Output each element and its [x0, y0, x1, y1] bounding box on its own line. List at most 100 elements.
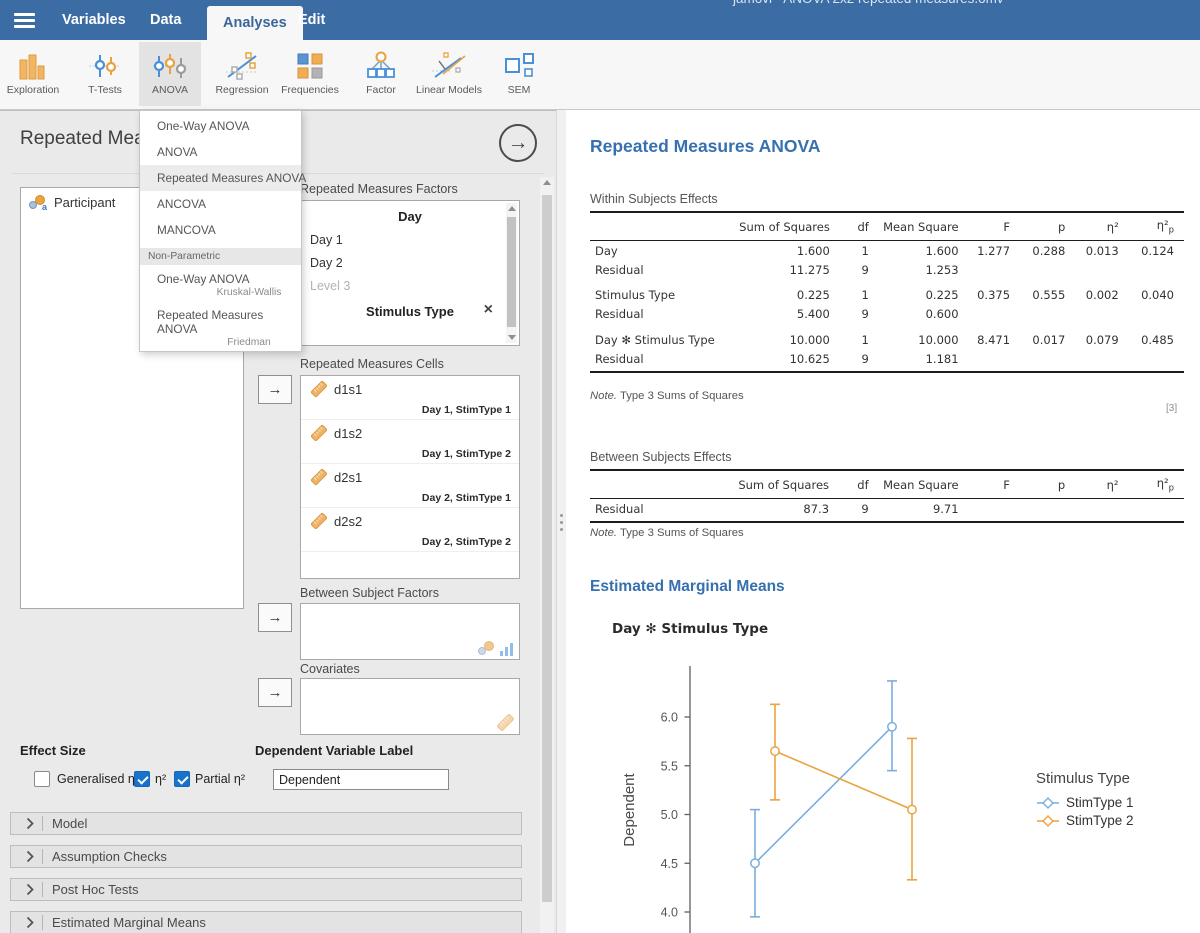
table-note: Note. Type 3 Sums of Squares [590, 390, 744, 402]
analyses-ribbon: Exploration T-Tests ANOVA [0, 40, 1200, 110]
scrollbar-thumb[interactable] [507, 217, 516, 327]
assign-covariates-arrow-button[interactable]: → [258, 678, 292, 707]
results-title: Repeated Measures ANOVA [590, 136, 821, 157]
plot-legend: Stimulus Type StimType 1 StimType 2 [1036, 770, 1134, 831]
table-row: Residual11.27591.253 [590, 260, 1184, 279]
chevron-right-icon [26, 817, 34, 830]
t-tests-icon [73, 42, 137, 82]
svg-text:5.5: 5.5 [661, 759, 678, 773]
jamovi-window: jamovi - ANOVA 2x2 repeated measures.omv… [0, 0, 1200, 933]
section-estimated-marginal-means[interactable]: Estimated Marginal Means [10, 911, 522, 933]
checkbox-label: Generalised η² [57, 772, 139, 786]
remove-factor-icon[interactable]: × [484, 301, 493, 319]
assign-between-arrow-button[interactable]: → [258, 603, 292, 632]
nominal-variable-icon: a [29, 195, 47, 210]
between-factors-box[interactable] [300, 603, 520, 660]
ribbon-ttests-button[interactable]: T-Tests [73, 42, 137, 106]
sem-icon [489, 42, 549, 82]
within-subjects-caption: Within Subjects Effects [590, 192, 718, 206]
tab-data[interactable]: Data [140, 0, 191, 40]
menu-item-ancova[interactable]: ANCOVA [140, 191, 301, 217]
covariates-label: Covariates [300, 662, 360, 676]
panel-splitter[interactable] [556, 110, 566, 933]
cell-assignment: Day 1, StimType 2 [422, 448, 511, 460]
between-subjects-caption: Between Subjects Effects [590, 450, 732, 464]
menu-item-mancova[interactable]: MANCOVA [140, 217, 301, 243]
menu-section-non-parametric: Non-Parametric [140, 248, 301, 265]
factor-name[interactable]: Day [301, 201, 519, 224]
menu-item-repeated-measures-anova-friedman[interactable]: Repeated Measures ANOVA Friedman [140, 306, 301, 351]
tab-edit[interactable]: Edit [288, 0, 335, 40]
legend-marker-icon [1036, 796, 1060, 810]
rm-cells-box[interactable]: d1s1 Day 1, StimType 1 d1s2 Day 1, StimT… [300, 375, 520, 579]
factor-level-placeholder[interactable]: Level 3 [301, 270, 519, 293]
scroll-down-arrow[interactable] [508, 335, 516, 340]
variable-name: Participant [54, 195, 115, 210]
tab-variables[interactable]: Variables [52, 0, 136, 40]
rm-cell-item[interactable]: d2s1 Day 2, StimType 1 [301, 464, 519, 508]
svg-text:6.0: 6.0 [661, 711, 678, 725]
exploration-icon [2, 42, 64, 82]
rm-cell-item[interactable]: d2s2 Day 2, StimType 2 [301, 508, 519, 552]
ribbon-sem-button[interactable]: SEM [489, 42, 549, 106]
table-row: Residual10.62591.181 [590, 349, 1184, 372]
factor-level[interactable]: Day 2 [301, 247, 519, 270]
factors-scrollbar[interactable] [506, 203, 517, 343]
svg-text:4.0: 4.0 [661, 906, 678, 920]
rm-cells-label: Repeated Measures Cells [300, 357, 444, 371]
dependent-variable-label: Dependent Variable Label [255, 743, 413, 758]
ribbon-frequencies-button[interactable]: Frequencies [278, 42, 342, 106]
cell-assignment: Day 2, StimType 1 [422, 492, 511, 504]
continuous-variable-icon [311, 425, 327, 441]
menu-item-anova[interactable]: ANOVA [140, 139, 301, 165]
section-model[interactable]: Model [10, 812, 522, 835]
checkbox-label: Partial η² [195, 772, 245, 786]
ribbon-factor-button[interactable]: Factor [352, 42, 410, 106]
nominal-type-icon [478, 641, 496, 656]
continuous-variable-icon [311, 513, 327, 529]
checkbox-eta-squared[interactable] [134, 771, 150, 787]
window-title: jamovi - ANOVA 2x2 repeated measures.omv [733, 0, 1004, 6]
checkbox-generalised-eta-squared[interactable] [34, 771, 50, 787]
dependent-variable-input[interactable] [273, 769, 449, 790]
covariates-box[interactable] [300, 678, 520, 735]
factor-level[interactable]: Day 1 [301, 224, 519, 247]
factor-name[interactable]: Stimulus Type × [301, 293, 519, 319]
legend-entry: StimType 2 [1036, 813, 1134, 828]
legend-marker-icon [1036, 814, 1060, 828]
rm-factors-box[interactable]: Day Day 1 Day 2 Level 3 Stimulus Type × [300, 200, 520, 346]
table-header-row: Sum of Squares df Mean Square F p η² η²p [590, 470, 1184, 499]
ribbon-linear-models-button[interactable]: Linear Models [410, 42, 488, 106]
title-menu-bar: jamovi - ANOVA 2x2 repeated measures.omv… [0, 0, 1200, 40]
menu-item-one-way-anova-kruskal-wallis[interactable]: One-Way ANOVA Kruskal-Wallis [140, 270, 301, 301]
cell-assignment: Day 2, StimType 2 [422, 536, 511, 548]
ribbon-anova-button[interactable]: ANOVA [139, 42, 201, 106]
scrollbar-thumb[interactable] [542, 195, 552, 902]
scroll-up-arrow[interactable] [508, 206, 516, 211]
factor-icon [352, 42, 410, 82]
section-post-hoc-tests[interactable]: Post Hoc Tests [10, 878, 522, 901]
ribbon-regression-button[interactable]: Regression [210, 42, 274, 106]
regression-icon [210, 42, 274, 82]
scroll-up-arrow[interactable] [543, 180, 551, 185]
options-panel-scrollbar[interactable] [540, 177, 554, 933]
effect-size-options: Generalised η² η² Partial η² [0, 771, 250, 789]
menu-item-one-way-anova[interactable]: One-Way ANOVA [140, 113, 301, 139]
linear-models-icon [410, 42, 488, 82]
continuous-variable-icon [311, 381, 327, 397]
section-assumption-checks[interactable]: Assumption Checks [10, 845, 522, 868]
menu-item-repeated-measures-anova[interactable]: Repeated Measures ANOVA [140, 165, 301, 191]
run-analysis-button[interactable]: → [499, 124, 537, 162]
ribbon-exploration-button[interactable]: Exploration [2, 42, 64, 106]
table-row: Residual87.399.71 [590, 499, 1184, 522]
rm-cell-item[interactable]: d1s1 Day 1, StimType 1 [301, 376, 519, 420]
continuous-type-icon [497, 714, 514, 731]
assign-cells-arrow-button[interactable]: → [258, 375, 292, 404]
hamburger-menu-icon[interactable] [14, 13, 35, 28]
table-header-row: Sum of Squares df Mean Square F p η² η²p [590, 212, 1184, 241]
between-factors-label: Between Subject Factors [300, 586, 439, 600]
svg-text:Dependent: Dependent [621, 772, 638, 846]
anova-icon [139, 42, 201, 82]
rm-cell-item[interactable]: d1s2 Day 1, StimType 2 [301, 420, 519, 464]
checkbox-partial-eta-squared[interactable] [174, 771, 190, 787]
